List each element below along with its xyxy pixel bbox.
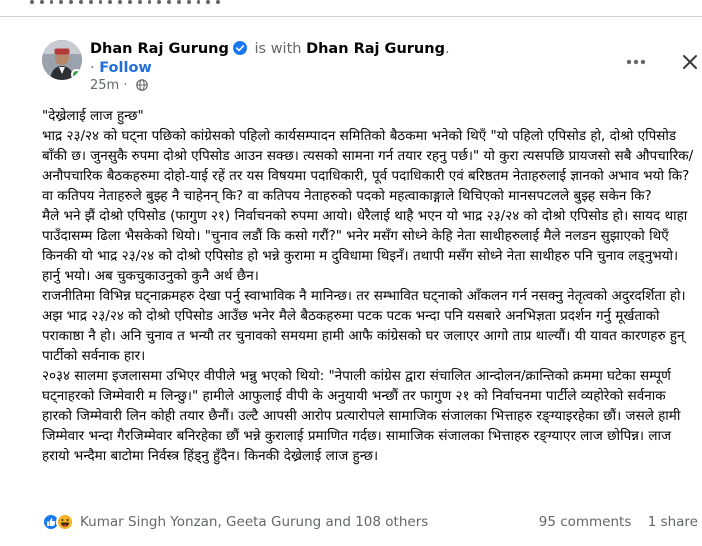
previous-post-edge <box>0 0 702 18</box>
post-paragraph: २०३४ सालमा इजलासमा उभिएर वीपीले भन्नु भए… <box>42 368 681 464</box>
post-timestamp-link[interactable]: 25m <box>90 78 119 93</box>
author-name-link[interactable]: Dhan Raj Gurung <box>90 41 229 57</box>
follow-line: · Follow <box>90 59 152 77</box>
post-message: "देख्रेलाई लाज हुन्छ" भाद्र २३/२४ को घट्… <box>42 106 694 466</box>
post-author-line: Dhan Raj Gurung is with Dhan Raj Gurung. <box>90 40 450 58</box>
post-paragraph: भाद्र २३/२४ को घट्ना पछिको कांग्रेसको पह… <box>42 128 694 204</box>
dot-separator: · <box>123 78 128 93</box>
dot-separator: · <box>90 60 95 76</box>
globe-icon <box>135 79 148 91</box>
post-header: Dhan Raj Gurung is with Dhan Raj Gurung.… <box>42 40 702 94</box>
more-options-button[interactable] <box>618 44 654 80</box>
follow-button[interactable]: Follow <box>99 60 152 76</box>
verified-badge-icon <box>232 41 247 55</box>
is-with-label: is with <box>254 41 302 57</box>
post-meta: 25m · <box>90 78 148 94</box>
ellipsis-icon <box>626 59 646 65</box>
close-button[interactable] <box>674 46 702 78</box>
reaction-summary[interactable]: Kumar Singh Yonzan, Geeta Gurung and 108… <box>42 512 428 532</box>
post-stats: 95 comments 1 share <box>539 512 698 532</box>
shares-count-link[interactable]: 1 share <box>648 514 698 530</box>
post-paragraph: राजनीतिमा विभिन्न घट्नाक्रमहरु देखा पर्न… <box>42 288 686 364</box>
divider <box>0 16 702 17</box>
haha-reaction-icon <box>56 513 74 531</box>
post-paragraph: मैले भने झैं दोश्रो एपिसोड (फागुण २१) नि… <box>42 208 688 284</box>
reactors-text: Kumar Singh Yonzan, Geeta Gurung and 108… <box>80 514 429 530</box>
period-text: . <box>444 41 450 57</box>
avatar[interactable] <box>42 40 82 80</box>
online-status-dot <box>71 69 82 80</box>
comments-count-link[interactable]: 95 comments <box>539 514 632 530</box>
post-card: Dhan Raj Gurung is with Dhan Raj Gurung.… <box>30 26 702 546</box>
tagged-person-link[interactable]: Dhan Raj Gurung <box>306 41 445 57</box>
close-icon <box>683 55 697 69</box>
post-title-paragraph: "देख्रेलाई लाज हुन्छ" <box>42 108 144 124</box>
previous-post-divider-dots <box>30 0 220 10</box>
post-engagement-bar: Kumar Singh Yonzan, Geeta Gurung and 108… <box>42 512 702 536</box>
